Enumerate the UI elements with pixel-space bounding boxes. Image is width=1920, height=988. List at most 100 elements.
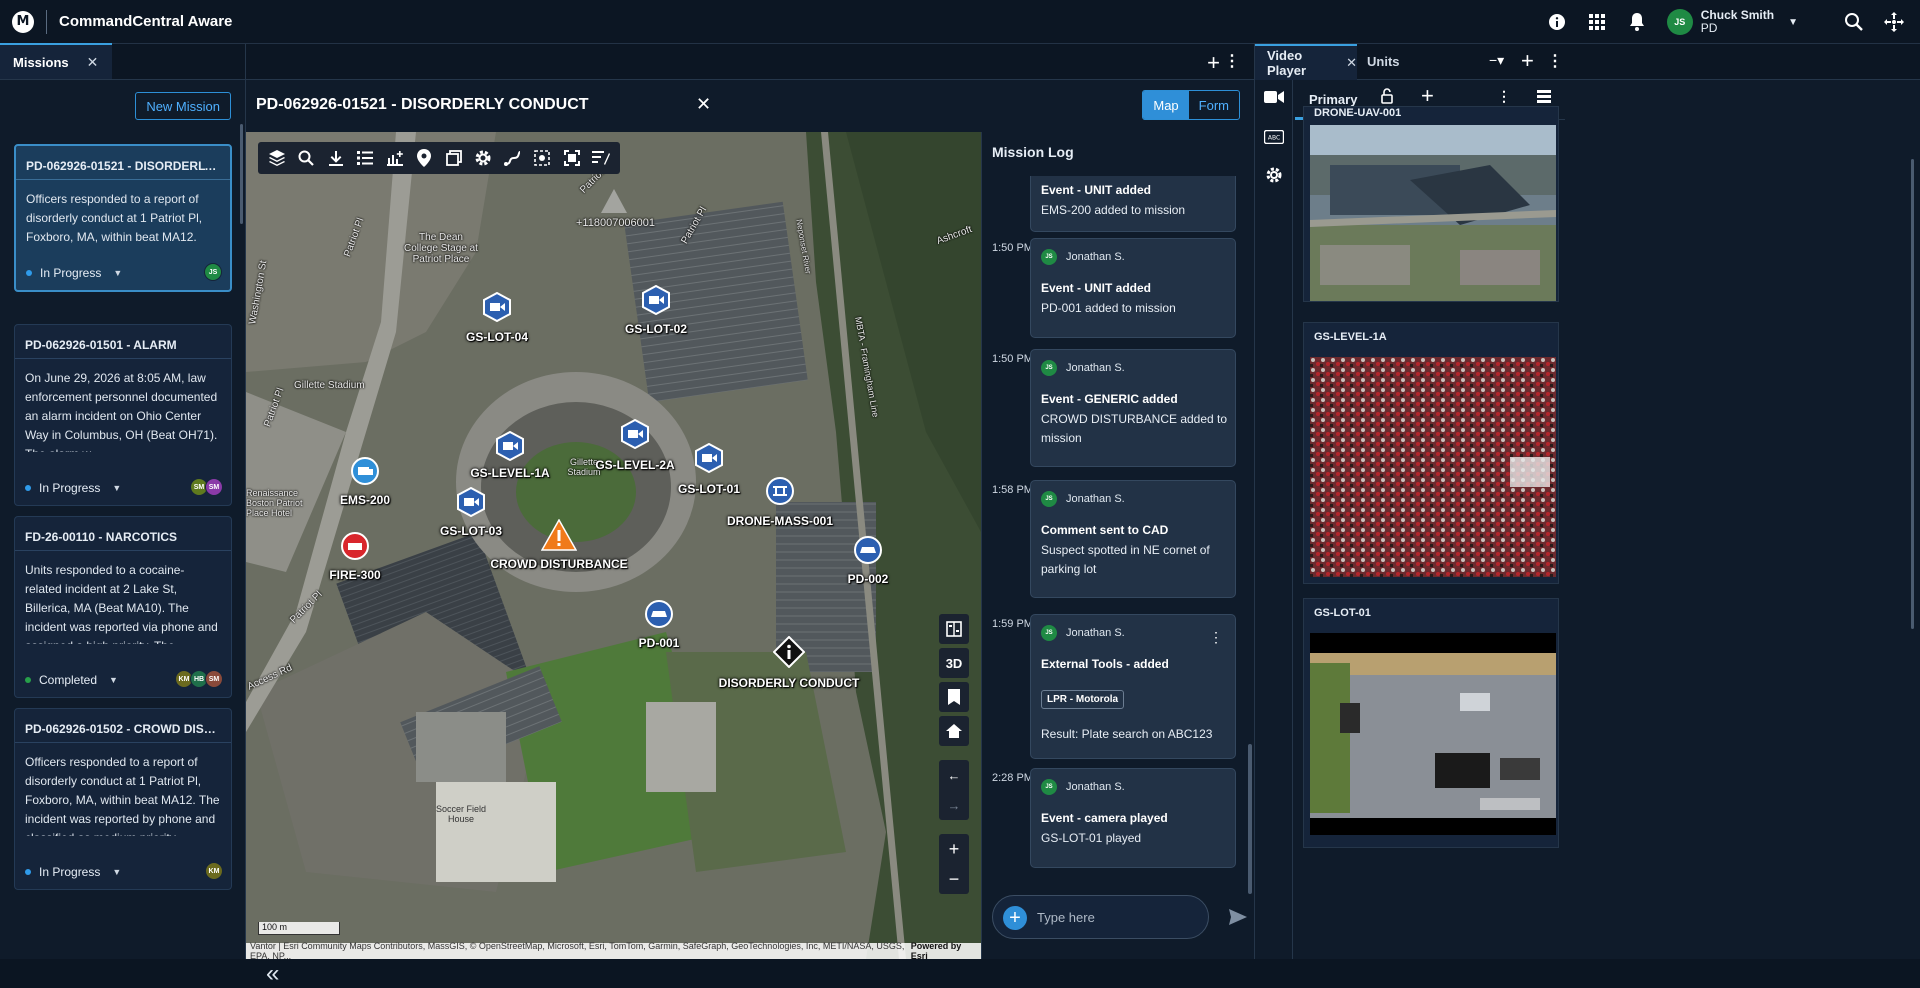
back-arrow-icon[interactable]: ←: [948, 760, 961, 790]
bookmark-icon[interactable]: [939, 682, 969, 712]
fullscreen-icon[interactable]: [557, 150, 587, 166]
more-vertical-icon[interactable]: ⋮: [1224, 51, 1240, 71]
video-frame[interactable]: [1310, 633, 1556, 835]
zoom-out-icon[interactable]: −: [949, 864, 960, 894]
drone-marker[interactable]: [766, 477, 794, 505]
more-vertical-icon[interactable]: ⋮: [1547, 51, 1563, 71]
search-icon[interactable]: [1834, 0, 1874, 44]
place-label: Soccer Field House: [435, 804, 487, 824]
location-pin-icon[interactable]: [410, 149, 440, 167]
camera-marker[interactable]: [482, 292, 512, 322]
fire-truck-marker[interactable]: [341, 532, 369, 560]
video-frame[interactable]: [1310, 125, 1556, 301]
message-input[interactable]: + Type here: [992, 895, 1209, 939]
map-legend-icon[interactable]: [939, 614, 969, 644]
collapse-panel-icon[interactable]: «: [266, 960, 279, 988]
mission-status-dropdown[interactable]: In Progress ▼: [25, 865, 121, 879]
scrollbar[interactable]: [1911, 159, 1914, 629]
info-icon[interactable]: [1537, 0, 1577, 44]
camera-tile[interactable]: DRONE-UAV-001: [1303, 106, 1559, 302]
log-entries[interactable]: Event - UNIT added EMS-200 added to miss…: [982, 176, 1255, 916]
author-name: Jonathan S.: [1066, 251, 1125, 263]
layout-move-icon[interactable]: [1874, 0, 1914, 44]
camera-marker[interactable]: [495, 431, 525, 461]
gear-icon[interactable]: [1255, 166, 1293, 184]
minimize-dropdown-icon[interactable]: −▾: [1489, 52, 1504, 69]
download-icon[interactable]: [321, 150, 351, 166]
zoom-in-icon[interactable]: +: [949, 834, 960, 864]
tab-primary[interactable]: Primary: [1309, 92, 1357, 107]
video-camera-icon[interactable]: [1255, 90, 1293, 104]
home-icon[interactable]: [939, 716, 969, 746]
video-frame[interactable]: [1310, 357, 1556, 577]
mission-title-header: PD-062926-01521 - DISORDERLY CONDUCT: [256, 96, 589, 113]
more-vertical-icon[interactable]: ⋮: [1209, 629, 1223, 646]
add-tab-icon[interactable]: +: [1207, 50, 1220, 76]
close-icon[interactable]: ✕: [1346, 55, 1357, 71]
mission-card[interactable]: PD-062926-01521 - DISORDERLY COND... Off…: [14, 144, 232, 292]
forward-arrow-icon[interactable]: →: [948, 790, 961, 820]
log-entry: JS Jonathan S. ⋮ External Tools - added L…: [1030, 614, 1236, 759]
close-icon[interactable]: ✕: [87, 54, 99, 71]
camera-tile[interactable]: GS-LOT-01: [1303, 598, 1559, 848]
camera-marker[interactable]: [641, 285, 671, 315]
video-panel: Video Player ✕ Units −▾ + ⋮ ABC Primary +…: [1254, 44, 1920, 959]
alert-pin-icon[interactable]: [601, 189, 627, 219]
new-mission-button[interactable]: New Mission: [135, 92, 231, 120]
close-mission-icon[interactable]: ✕: [696, 94, 711, 115]
list-icon[interactable]: [351, 150, 381, 166]
log-entry-heading: Event - UNIT added: [1041, 281, 1152, 295]
license-plate-icon[interactable]: ABC: [1255, 130, 1293, 144]
more-vertical-icon[interactable]: ⋮: [1497, 88, 1511, 105]
add-tab-icon[interactable]: +: [1521, 48, 1534, 74]
select-area-icon[interactable]: [528, 150, 558, 166]
powered-by-esri[interactable]: Powered by Esri: [911, 941, 977, 959]
send-icon[interactable]: [1228, 907, 1248, 927]
status-dot: [25, 869, 31, 875]
map-view[interactable]: The Dean College Stage at Patriot Place …: [246, 132, 981, 959]
caret-down-icon: ▼: [109, 675, 118, 685]
lock-open-icon[interactable]: [1381, 88, 1393, 104]
add-icon[interactable]: +: [1003, 906, 1027, 930]
layout-list-icon[interactable]: [1537, 90, 1551, 104]
mission-card[interactable]: FD-26-00110 - NARCOTICS Units responded …: [14, 516, 232, 698]
bell-icon[interactable]: [1617, 0, 1657, 44]
tab-video-player[interactable]: Video Player ✕: [1255, 44, 1357, 80]
video-sidebar: ABC: [1255, 80, 1293, 959]
camera-tile[interactable]: GS-LEVEL-1A: [1303, 322, 1559, 584]
measure-icon[interactable]: [587, 150, 617, 166]
search-icon[interactable]: [292, 150, 322, 166]
log-time: 1:50 PM: [992, 353, 1033, 365]
police-car-marker[interactable]: [854, 536, 882, 564]
mission-status-dropdown[interactable]: In Progress ▼: [25, 481, 121, 495]
route-icon[interactable]: [498, 150, 528, 166]
log-author: JS Jonathan S.: [1041, 779, 1125, 795]
camera-marker[interactable]: [694, 443, 724, 473]
police-car-marker[interactable]: [645, 600, 673, 628]
user-menu[interactable]: JS Chuck Smith PD ▼: [1666, 9, 1798, 35]
map-view-button[interactable]: Map: [1143, 91, 1189, 119]
avatar: SM: [205, 478, 223, 496]
add-chart-icon[interactable]: [380, 150, 410, 166]
scrollbar[interactable]: [1248, 744, 1252, 894]
camera-marker[interactable]: [456, 487, 486, 517]
mission-card[interactable]: PD-062926-01501 - ALARM On June 29, 2026…: [14, 324, 232, 506]
copy-layer-icon[interactable]: [439, 150, 469, 166]
form-view-button[interactable]: Form: [1189, 91, 1239, 119]
mission-status-dropdown[interactable]: In Progress ▼: [26, 266, 122, 280]
tab-units[interactable]: Units: [1367, 54, 1400, 69]
toggle-3d-button[interactable]: 3D: [939, 648, 969, 678]
camera-marker[interactable]: [620, 419, 650, 449]
warning-icon[interactable]: [541, 519, 577, 551]
layers-icon[interactable]: [262, 149, 292, 167]
ambulance-marker[interactable]: [351, 457, 379, 485]
mission-card[interactable]: PD-062926-01502 - CROWD DISTURBA... Offi…: [14, 708, 232, 890]
mission-status-dropdown[interactable]: Completed ▼: [25, 673, 118, 687]
gear-icon[interactable]: [469, 149, 499, 167]
mission-description: Officers responded to a report of disord…: [15, 742, 231, 836]
tab-missions[interactable]: Missions ✕: [0, 43, 113, 79]
incident-diamond-icon[interactable]: [773, 636, 805, 668]
scrollbar[interactable]: [240, 124, 243, 224]
camera-name: GS-LOT-01: [1314, 607, 1371, 619]
apps-grid-icon[interactable]: [1577, 0, 1617, 44]
